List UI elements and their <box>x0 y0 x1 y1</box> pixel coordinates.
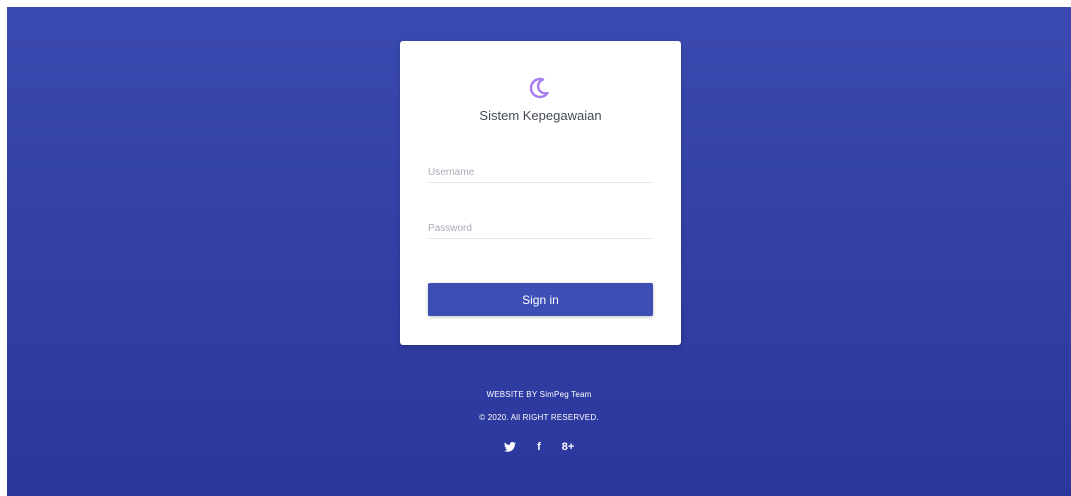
password-input[interactable] <box>428 218 653 239</box>
username-input[interactable] <box>428 162 653 183</box>
crescent-moon-icon <box>528 76 550 100</box>
login-card: Sistem Kepegawaian Sign in <box>400 41 681 345</box>
social-links: f 8+ <box>7 439 1071 455</box>
page-background: Sistem Kepegawaian Sign in WEBSITE BY Si… <box>7 7 1071 496</box>
app-title: Sistem Kepegawaian <box>479 108 602 123</box>
facebook-icon[interactable]: f <box>531 439 547 455</box>
footer-credit: WEBSITE BY SimPeg Team <box>486 390 592 399</box>
twitter-icon[interactable] <box>502 439 518 455</box>
footer-copyright: © 2020. All RIGHT RESERVED. <box>479 413 599 422</box>
google-plus-icon[interactable]: 8+ <box>560 439 576 455</box>
sign-in-button[interactable]: Sign in <box>428 283 653 316</box>
